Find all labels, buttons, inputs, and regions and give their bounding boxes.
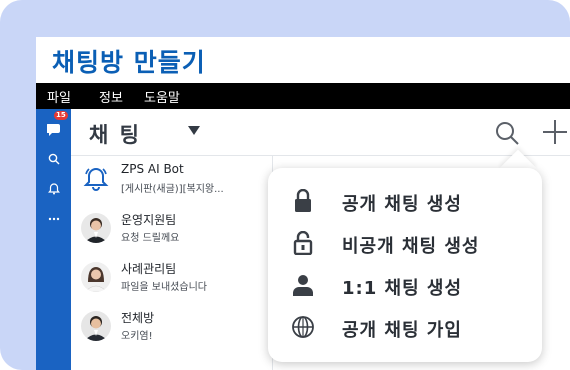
menu-bar: 파일 정보 도움말	[36, 83, 570, 109]
menu-help[interactable]: 도움말	[144, 87, 180, 106]
window-title: 채팅방 만들기	[52, 48, 206, 77]
search-icon	[48, 153, 60, 165]
title-bar: 채팅방 만들기	[36, 37, 570, 83]
chat-name: ZPS AI Bot	[121, 162, 184, 176]
menu-item-label: 공개 채팅 가입	[342, 320, 462, 341]
lock-icon	[290, 188, 316, 214]
sidebar-search-button[interactable]	[44, 149, 64, 169]
list-title[interactable]: 채 팅	[89, 119, 141, 149]
globe-icon	[290, 314, 316, 340]
menu-info[interactable]: 정보	[99, 87, 123, 106]
chat-list-item[interactable]: 전체방 오키염!	[71, 303, 271, 351]
bell-icon	[48, 183, 60, 195]
avatar	[81, 213, 111, 243]
menu-item-create-public-chat[interactable]: 공개 채팅 생성	[268, 180, 542, 222]
sidebar-more-button[interactable]	[44, 209, 64, 229]
chat-name: 사례관리팀	[121, 262, 177, 276]
chat-preview: [게시판(새글)][복지왕...	[121, 184, 224, 195]
menu-item-join-public-chat[interactable]: 공개 채팅 가입	[268, 306, 542, 348]
avatar	[81, 311, 111, 341]
avatar	[81, 262, 111, 292]
list-header: 채 팅	[71, 109, 570, 156]
menu-item-label: 1:1 채팅 생성	[342, 278, 463, 299]
person-icon	[290, 272, 316, 298]
chat-preview: 파일을 보내셨습니다	[121, 282, 207, 293]
create-chat-menu: 공개 채팅 생성 비공개 채팅 생성 1:1 채팅 생성 공개 채팅 가입	[268, 168, 542, 362]
chat-preview: 오키염!	[121, 331, 153, 342]
menu-item-label: 비공개 채팅 생성	[342, 236, 480, 257]
menu-item-create-private-chat[interactable]: 비공개 채팅 생성	[268, 222, 542, 264]
unread-badge: 15	[54, 111, 68, 120]
add-icon[interactable]	[541, 118, 569, 146]
chat-preview: 요청 드릴께요	[121, 233, 180, 244]
menu-file[interactable]: 파일	[47, 87, 71, 106]
menu-item-label: 공개 채팅 생성	[342, 194, 462, 215]
chevron-down-icon[interactable]	[188, 126, 200, 135]
chat-name: 전체방	[121, 311, 155, 325]
sidebar-chat-button[interactable]	[44, 119, 64, 139]
chat-name: 운영지원팀	[121, 213, 177, 227]
sidebar: 15	[36, 109, 71, 370]
unlock-icon	[290, 230, 316, 256]
search-icon[interactable]	[493, 119, 521, 147]
bell-icon	[83, 167, 109, 191]
chat-list-item[interactable]: 운영지원팀 요청 드릴께요	[71, 205, 271, 253]
chat-list-item[interactable]: ZPS AI Bot [게시판(새글)][복지왕...	[71, 156, 271, 204]
chat-list-item[interactable]: 사례관리팀 파일을 보내셨습니다	[71, 254, 271, 302]
more-icon	[48, 217, 60, 221]
menu-item-create-direct-chat[interactable]: 1:1 채팅 생성	[268, 264, 542, 306]
sidebar-alerts-button[interactable]	[44, 179, 64, 199]
chat-icon	[47, 124, 60, 136]
avatar	[81, 164, 111, 194]
